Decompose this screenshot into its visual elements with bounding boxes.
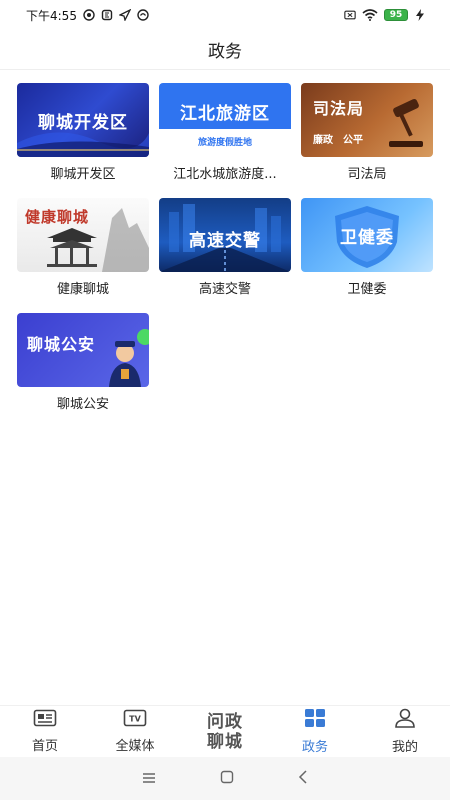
tile-thumb-title: 聊城公安 [27,335,96,354]
system-nav-bar [0,757,450,800]
tile-gongan[interactable]: 聊城公安 聊城公安 [17,313,149,413]
nav-media-label: 全媒体 [115,739,155,754]
tile-kaifaqu[interactable]: 聊城开发区 聊城开发区 [17,83,149,183]
clock: 下午4:55 [26,8,77,23]
tile-thumb-title: 健康聊城 [25,208,90,226]
status-right: 95 [344,9,426,21]
tile-label: 司法局 [347,167,387,182]
tile-thumbnail: 高速交警 [159,198,291,272]
nav-media[interactable]: TV 全媒体 [90,706,180,757]
tile-thumbnail: 司法局 廉政 公平 [301,83,433,157]
tile-thumbnail: 健康聊城 [17,198,149,272]
tile-thumbnail: 聊城开发区 [17,83,149,157]
tile-jiankang[interactable]: 健康聊城 健康聊城 [17,198,149,298]
location-icon [118,9,131,21]
tile-thumb-title: 江北旅游区 [180,103,270,124]
tile-jiangbei[interactable]: 江北旅游区 旅游度假胜地 江北水城旅游度... [159,83,291,183]
tile-label: 卫健委 [347,282,387,297]
nav-gov-label: 政务 [301,740,328,755]
tile-label: 健康聊城 [56,282,109,297]
message-icon [101,9,113,21]
bottom-nav: 首页 TV 全媒体 问政 聊城 政务 我的 [0,705,450,757]
tile-label: 江北水城旅游度... [173,167,277,182]
battery-indicator: 95 [384,9,408,21]
tile-sifaju[interactable]: 司法局 廉政 公平 司法局 [301,83,433,183]
tile-thumb-subtitle: 廉政 公平 [313,135,363,146]
notification-icon [83,9,95,21]
status-bar: 下午4:55 95 [0,0,450,30]
tile-gaosu[interactable]: 高速交警 高速交警 [159,198,291,298]
nav-mine-label: 我的 [391,740,418,755]
home-icon [33,709,57,731]
tile-thumbnail: 江北旅游区 旅游度假胜地 [159,83,291,157]
tv-icon: TV [123,709,147,731]
tile-thumb-title: 卫健委 [340,227,394,248]
nav-center-line1: 问政 [207,711,243,732]
svg-text:TV: TV [129,715,141,724]
grid-icon [304,708,326,732]
tile-thumbnail: 卫健委 [301,198,433,272]
status-left: 下午4:55 [26,7,149,24]
nav-home-label: 首页 [31,739,58,754]
menu-icon[interactable] [142,769,156,788]
tile-label: 高速交警 [198,282,251,297]
tile-thumb-subtitle: 旅游度假胜地 [197,138,252,148]
nav-wenzheng[interactable]: 问政 聊城 [180,706,270,757]
tile-label: 聊城开发区 [50,167,116,182]
page-title: 政务 [0,30,450,70]
sim-icon [344,9,356,21]
user-icon [394,708,416,732]
home-button-icon[interactable] [220,769,234,788]
tile-thumb-title: 聊城开发区 [38,112,128,133]
nav-center-line2: 聊城 [207,731,243,752]
tile-thumbnail: 聊城公安 [17,313,149,387]
back-icon[interactable] [298,769,308,788]
app-notification-icon [137,9,149,21]
nav-home[interactable]: 首页 [0,706,90,757]
tile-thumb-title: 司法局 [313,99,365,118]
wifi-icon [362,9,378,21]
nav-gov[interactable]: 政务 [270,706,360,757]
nav-mine[interactable]: 我的 [360,706,450,757]
tile-weijianwei[interactable]: 卫健委 卫健委 [301,198,433,298]
tile-label: 聊城公安 [56,397,109,412]
charging-icon [414,9,426,21]
tile-thumb-title: 高速交警 [189,230,261,251]
